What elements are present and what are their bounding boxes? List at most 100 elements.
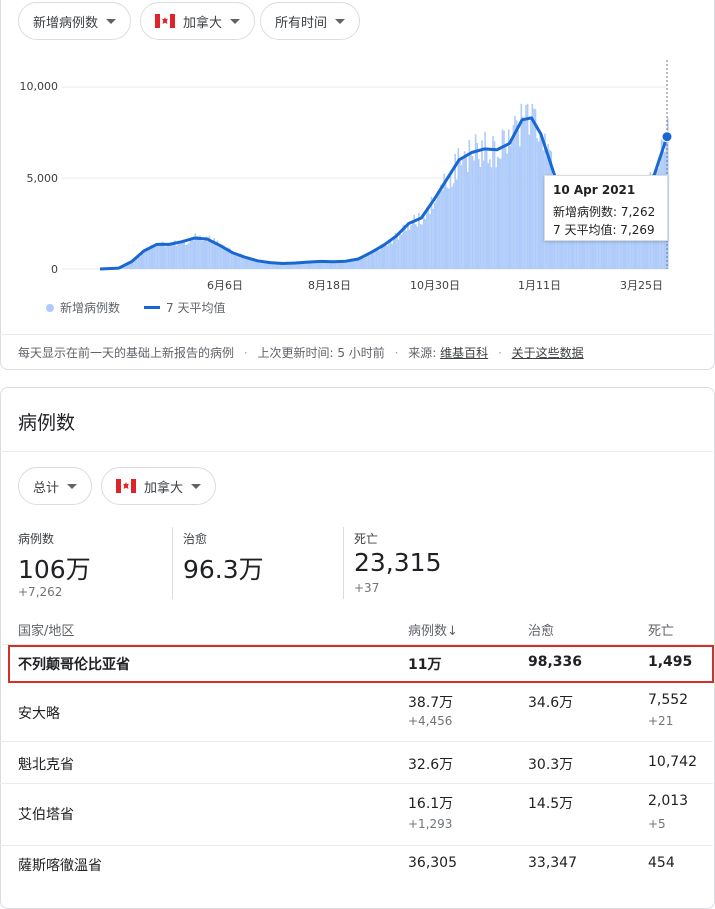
daily-case-bar xyxy=(502,130,504,269)
daily-case-bar xyxy=(398,240,400,269)
daily-case-bar xyxy=(372,253,374,269)
daily-case-bar xyxy=(458,148,460,269)
daily-case-bar xyxy=(453,183,455,269)
row-cases: 32.6万 xyxy=(408,754,453,774)
table-row[interactable]: 安大略 38.7万 +4,456 34.6万 7,552 +21 xyxy=(0,683,713,740)
daily-case-bar xyxy=(199,236,201,269)
daily-case-bar xyxy=(377,249,379,269)
daily-case-bar xyxy=(234,254,236,269)
divider xyxy=(172,527,173,599)
daily-case-bar xyxy=(434,203,436,269)
daily-case-bar xyxy=(432,209,434,269)
daily-case-bar xyxy=(243,257,245,269)
daily-case-bar xyxy=(165,247,167,269)
daily-case-bar xyxy=(470,152,472,269)
cases-stat-delta: +7,262 xyxy=(18,585,62,599)
daily-case-bar xyxy=(171,243,173,269)
daily-case-bar xyxy=(333,262,335,269)
daily-case-bar xyxy=(510,146,512,269)
cases-region-chip[interactable]: 加拿大 xyxy=(101,467,216,505)
column-header-recovered[interactable]: 治愈 xyxy=(528,620,554,639)
daily-case-bar xyxy=(495,167,497,269)
table-row[interactable]: 不列颠哥伦比亚省 11万 98,336 1,495 xyxy=(0,645,713,683)
cases-chart[interactable] xyxy=(0,0,715,300)
row-deaths: 1,495 xyxy=(648,654,692,670)
daily-case-bar xyxy=(185,245,187,269)
daily-case-bar xyxy=(332,263,334,269)
x-tick-label: 1月11日 xyxy=(518,277,561,293)
daily-case-bar xyxy=(415,224,417,269)
daily-case-bar xyxy=(404,225,406,269)
daily-case-bar xyxy=(305,263,307,269)
deaths-stat-delta: +37 xyxy=(354,581,379,595)
daily-case-bar xyxy=(302,263,304,269)
daily-case-bar xyxy=(410,225,412,269)
daily-case-bar xyxy=(384,243,386,269)
daily-case-bar xyxy=(423,215,425,269)
total-filter-chip[interactable]: 总计 xyxy=(18,467,92,505)
daily-case-bar xyxy=(363,258,365,269)
daily-case-bar xyxy=(459,160,461,269)
deaths-stat-value: 23,315 xyxy=(354,548,441,577)
row-region-name: 艾伯塔省 xyxy=(18,804,74,824)
daily-case-bar xyxy=(226,248,228,269)
daily-case-bar xyxy=(311,262,313,269)
daily-case-bar xyxy=(464,151,466,269)
daily-case-bar xyxy=(218,246,220,269)
daily-case-bar xyxy=(483,161,485,269)
daily-case-bar xyxy=(439,190,441,269)
daily-case-bar xyxy=(525,105,527,269)
column-header-cases[interactable]: 病例数↓ xyxy=(408,620,458,639)
daily-case-bar xyxy=(361,258,363,269)
x-tick-label: 6月6日 xyxy=(207,277,243,293)
row-cases: 16.1万 xyxy=(408,793,453,813)
daily-case-bar xyxy=(500,159,502,269)
daily-case-bar xyxy=(420,224,422,269)
divider xyxy=(343,527,344,599)
about-data-link[interactable]: 关于这些数据 xyxy=(512,346,584,360)
daily-case-bar xyxy=(206,237,208,269)
table-row[interactable]: 薩斯喀徹溫省 36,305 33,347 454 xyxy=(0,846,713,879)
table-row[interactable]: 艾伯塔省 16.1万 +1,293 14.5万 2,013 +5 xyxy=(0,784,713,844)
daily-case-bar xyxy=(358,260,360,269)
daily-case-bar xyxy=(451,187,453,269)
line-legend-swatch xyxy=(144,306,160,309)
row-cases: 38.7万 xyxy=(408,692,453,712)
column-header-deaths[interactable]: 死亡 xyxy=(648,620,674,639)
x-tick-label: 3月25日 xyxy=(620,277,663,293)
daily-case-bar xyxy=(417,227,419,269)
daily-case-bar xyxy=(160,246,162,269)
row-deaths: 7,552 xyxy=(648,692,688,708)
daily-case-bar xyxy=(412,222,414,269)
chart-tooltip: 10 Apr 2021 新增病例数: 7,262 7 天平均值: 7,269 xyxy=(544,175,668,241)
daily-case-bar xyxy=(480,167,482,269)
daily-case-bar xyxy=(399,230,401,269)
daily-case-bar xyxy=(535,109,537,269)
row-cases-delta: +4,456 xyxy=(408,714,452,728)
daily-case-bar xyxy=(251,260,253,269)
daily-case-bar xyxy=(396,233,398,269)
row-deaths-delta: +5 xyxy=(648,817,666,831)
chart-legend: 新增病例数 7 天平均值 xyxy=(46,299,225,316)
chart-footer: 每天显示在前一天的基础上新报告的病例 · 上次更新时间: 5 小时前 · 来源:… xyxy=(18,344,584,361)
daily-case-bar xyxy=(429,214,431,269)
daily-case-bar xyxy=(498,158,500,269)
daily-case-bar xyxy=(154,246,156,269)
daily-case-bar xyxy=(201,240,203,269)
daily-case-bar xyxy=(202,241,204,269)
canada-flag-icon xyxy=(116,479,136,493)
daily-case-bar xyxy=(161,242,163,269)
daily-case-bar xyxy=(497,157,499,269)
cases-stat-label: 病例数 xyxy=(18,530,54,547)
daily-case-bar xyxy=(183,242,185,269)
wikipedia-link[interactable]: 维基百科 xyxy=(440,346,488,360)
daily-case-bar xyxy=(212,243,214,269)
daily-case-bar xyxy=(187,244,189,269)
row-region-name: 不列颠哥伦比亚省 xyxy=(18,654,130,674)
daily-case-bar xyxy=(527,104,529,269)
daily-case-bar xyxy=(426,207,428,269)
daily-case-bar xyxy=(461,165,463,269)
table-row[interactable]: 魁北克省 32.6万 30.3万 10,742 xyxy=(0,742,713,782)
daily-case-bar xyxy=(388,240,390,269)
daily-case-bar xyxy=(536,138,538,269)
